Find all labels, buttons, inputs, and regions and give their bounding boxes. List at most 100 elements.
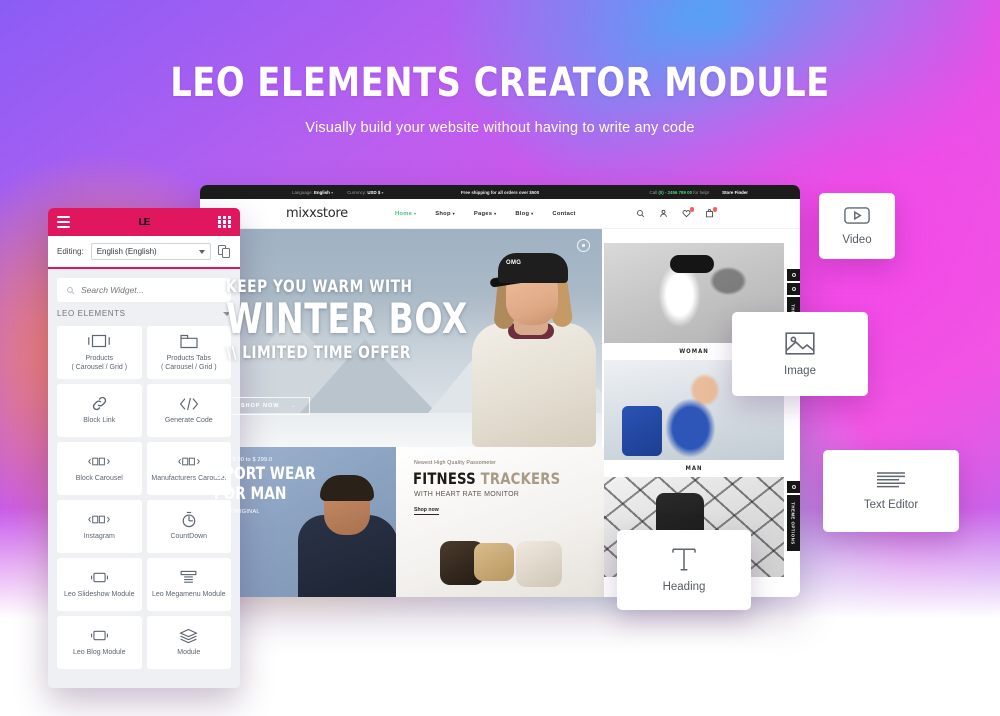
float-card-image[interactable]: Image: [732, 312, 868, 396]
leo-elements-section-header[interactable]: LEO ELEMENTS: [48, 309, 240, 326]
search-input[interactable]: [81, 285, 222, 295]
text-lines-icon: [876, 471, 906, 490]
widget-tile-module[interactable]: Module: [146, 616, 231, 669]
promo-title-line2: FOR MAN: [214, 484, 287, 505]
chevron-down-icon: ▾: [494, 210, 497, 216]
hero-settings-icon[interactable]: [577, 239, 590, 252]
widget-label: Leo Blog Module: [72, 649, 126, 657]
carousel-icon: [87, 511, 111, 528]
widget-grid: Products ( Carousel / Grid ) Products Ta…: [48, 326, 240, 688]
storefront-logo[interactable]: mixxstore: [286, 206, 348, 221]
page-subtitle: Visually build your website without havi…: [305, 120, 695, 136]
widget-label: Products Tabs ( Carousel / Grid ): [160, 354, 217, 371]
hero-line-2: WINTER BOX: [226, 294, 468, 343]
category-label: MAN: [685, 465, 703, 472]
chevron-down-icon: ▾: [413, 210, 417, 216]
widget-label: Leo Slideshow Module: [64, 591, 135, 599]
widget-label: Block Carousel: [75, 475, 123, 483]
products-tabs-icon: [180, 333, 198, 350]
nav-item-home[interactable]: Home ▾: [395, 211, 416, 217]
chevron-down-icon: ▾: [452, 210, 455, 216]
nav-item-contact[interactable]: Contact: [552, 211, 575, 217]
widget-tile-block-link[interactable]: Block Link: [57, 384, 142, 437]
hero-slide[interactable]: OMG KEEP YOU WARM WITH WINTER BOX \\ LIM…: [200, 229, 602, 447]
float-card-label: Text Editor: [863, 499, 919, 511]
widget-label: Leo Megamenu Module: [151, 591, 226, 599]
widget-label: Generate Code: [164, 417, 213, 425]
store-finder-link[interactable]: Store Finder: [722, 190, 748, 195]
wishlist-heart-icon[interactable]: [682, 207, 694, 218]
promo-price: from $ 9.90 to $ 299.0: [214, 457, 273, 463]
call-suffix: for help!: [693, 189, 710, 195]
storefront-header-icons: [636, 207, 717, 218]
float-card-text-editor[interactable]: Text Editor: [823, 450, 959, 532]
nav-item-shop[interactable]: Shop ▾: [435, 211, 455, 217]
cart-icon[interactable]: [705, 207, 717, 218]
leo-editing-row: Editing: English (English): [48, 236, 240, 269]
image-icon: [785, 331, 815, 356]
hero-text-block: KEEP YOU WARM WITH WINTER BOX \\ LIMITED…: [226, 277, 501, 363]
rail-settings-icon[interactable]: [787, 481, 800, 493]
fitness-subtitle: WITH HEART RATE MONITOR: [414, 491, 520, 498]
widget-tile-leo-blog-module[interactable]: Leo Blog Module: [57, 616, 142, 669]
widget-tile-leo-megamenu-module[interactable]: Leo Megamenu Module: [146, 558, 231, 611]
leo-elements-panel: LE Editing: English (English) LEO ELEMEN…: [48, 208, 240, 688]
help-phone: Call (0) - 2456 789 00 for help!: [650, 190, 710, 195]
nav-item-pages[interactable]: Pages ▾: [474, 211, 496, 217]
call-prefix: Call: [649, 189, 658, 195]
hero-shop-now-button[interactable]: SHOP NOW →: [230, 397, 310, 415]
chevron-down-icon: [199, 249, 205, 254]
widget-tile-block-carousel[interactable]: Block Carousel: [57, 442, 142, 495]
cart-badge: [712, 207, 717, 212]
widget-tile-products[interactable]: Products ( Carousel / Grid ): [57, 326, 142, 379]
float-card-heading[interactable]: Heading: [617, 530, 751, 610]
widget-tile-instagram[interactable]: Instagram: [57, 500, 142, 553]
code-icon: [179, 395, 199, 412]
theme-options-tab[interactable]: THEME OPTIONS: [787, 495, 800, 551]
carousel-icon: [87, 453, 111, 470]
widget-label: CountDown: [170, 533, 208, 541]
hero-line-3: \\ LIMITED TIME OFFER: [226, 343, 411, 364]
section-title: LEO ELEMENTS: [57, 309, 126, 318]
fitness-title-part1: FITNESS: [413, 469, 481, 488]
leo-panel-topbar: LE: [48, 208, 240, 236]
promo-note: 100% ORIGINAL: [214, 508, 260, 515]
fitness-sub: Newest High Quality Passometer: [414, 460, 497, 466]
rail-settings-icon[interactable]: [787, 269, 800, 281]
products-carousel-icon: [88, 333, 111, 350]
widget-label: Block Link: [83, 417, 116, 425]
storefront-nav: Home ▾ Shop ▾ Pages ▾ Blog ▾ Contact: [395, 211, 576, 217]
widget-tile-products-tabs[interactable]: Products Tabs ( Carousel / Grid ): [146, 326, 231, 379]
slideshow-icon: [89, 569, 110, 586]
countdown-icon: [181, 511, 197, 528]
arrow-right-icon: →: [290, 403, 297, 409]
wishlist-badge: [689, 207, 694, 212]
heading-t-icon: [671, 547, 697, 572]
link-icon: [91, 395, 108, 412]
editing-label: Editing:: [57, 247, 84, 256]
carousel-icon: [177, 453, 201, 470]
user-icon[interactable]: [659, 209, 668, 218]
float-card-video[interactable]: Video: [819, 193, 895, 259]
widget-tile-generate-code[interactable]: Generate Code: [146, 384, 231, 437]
search-icon[interactable]: [636, 209, 645, 218]
promo-banner-fitness[interactable]: Newest High Quality Passometer FITNESS T…: [396, 447, 604, 597]
theme-options-rail-bottom: THEME OPTIONS: [787, 481, 800, 551]
fitness-title-part2: TRACKERS: [480, 469, 561, 488]
promo-title-line1: SPORT WEAR: [214, 464, 316, 484]
language-select[interactable]: English (English): [90, 243, 211, 260]
widget-label: Module: [177, 649, 201, 657]
megamenu-icon: [180, 569, 197, 586]
fitness-shop-now-link[interactable]: Shop now: [414, 507, 439, 515]
grid-icon[interactable]: [218, 215, 231, 229]
page-title: LEO ELEMENTS CREATOR MODULE: [170, 60, 830, 106]
widget-tile-leo-slideshow-module[interactable]: Leo Slideshow Module: [57, 558, 142, 611]
hamburger-icon[interactable]: [57, 215, 70, 229]
layers-icon: [179, 627, 199, 644]
rail-palette-icon[interactable]: [787, 283, 800, 295]
float-card-label: Heading: [662, 581, 706, 593]
search-widget-box[interactable]: [57, 278, 231, 302]
fitness-title: FITNESS TRACKERS: [413, 469, 560, 488]
copy-icon[interactable]: [218, 244, 231, 259]
nav-item-blog[interactable]: Blog ▾: [515, 211, 533, 217]
